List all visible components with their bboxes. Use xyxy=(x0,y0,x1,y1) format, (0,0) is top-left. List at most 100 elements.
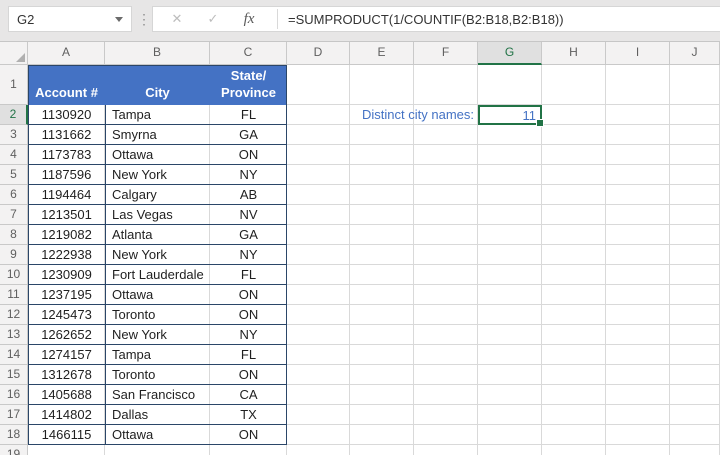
table-cell[interactable]: TX xyxy=(210,405,287,424)
table-cell[interactable]: 1219082 xyxy=(28,225,105,244)
cell-I10[interactable] xyxy=(606,265,670,285)
cell-I12[interactable] xyxy=(606,305,670,325)
table-cell[interactable]: Dallas xyxy=(105,405,210,424)
cell-E10[interactable] xyxy=(350,265,414,285)
row-header-16[interactable]: 16 xyxy=(0,385,28,405)
table-cell[interactable]: 1262652 xyxy=(28,325,105,344)
row-header-2[interactable]: 2 xyxy=(0,105,28,125)
cell-A19[interactable] xyxy=(28,445,105,455)
cell-E12[interactable] xyxy=(350,305,414,325)
cell-I9[interactable] xyxy=(606,245,670,265)
table-cell[interactable]: Fort Lauderdale xyxy=(105,265,210,284)
cell-J9[interactable] xyxy=(670,245,720,265)
table-cell[interactable]: 1222938 xyxy=(28,245,105,264)
cell-F17[interactable] xyxy=(414,405,478,425)
table-cell[interactable]: 1173783 xyxy=(28,145,105,164)
cell-H1[interactable] xyxy=(542,65,606,105)
table-cell[interactable]: Calgary xyxy=(105,185,210,204)
cell-D18[interactable] xyxy=(287,425,350,445)
cell-G7[interactable] xyxy=(478,205,542,225)
table-cell[interactable]: ON xyxy=(210,305,287,324)
cell-D15[interactable] xyxy=(287,365,350,385)
cell-E18[interactable] xyxy=(350,425,414,445)
select-all-button[interactable] xyxy=(0,42,28,65)
cell-G13[interactable] xyxy=(478,325,542,345)
row-header-13[interactable]: 13 xyxy=(0,325,28,345)
row-header-5[interactable]: 5 xyxy=(0,165,28,185)
cell-G4[interactable] xyxy=(478,145,542,165)
cancel-icon[interactable]: ✕ xyxy=(159,11,195,27)
table-cell[interactable]: 1405688 xyxy=(28,385,105,404)
cell-G14[interactable] xyxy=(478,345,542,365)
column-header-I[interactable]: I xyxy=(606,42,670,65)
name-box-dropdown-icon[interactable] xyxy=(115,16,123,22)
cell-J17[interactable] xyxy=(670,405,720,425)
cell-H4[interactable] xyxy=(542,145,606,165)
table-cell[interactable]: NY xyxy=(210,165,287,184)
distinct-city-names-label[interactable]: Distinct city names: xyxy=(350,105,478,125)
table-cell[interactable]: NY xyxy=(210,325,287,344)
cell-H3[interactable] xyxy=(542,125,606,145)
table-cell[interactable]: FL xyxy=(210,105,287,124)
cell-G15[interactable] xyxy=(478,365,542,385)
table-cell[interactable]: 1187596 xyxy=(28,165,105,184)
cell-E14[interactable] xyxy=(350,345,414,365)
cell-F11[interactable] xyxy=(414,285,478,305)
cell-F10[interactable] xyxy=(414,265,478,285)
cell-F5[interactable] xyxy=(414,165,478,185)
cell-I2[interactable] xyxy=(606,105,670,125)
table-cell[interactable]: ON xyxy=(210,145,287,164)
cell-I15[interactable] xyxy=(606,365,670,385)
cell-F4[interactable] xyxy=(414,145,478,165)
cell-F19[interactable] xyxy=(414,445,478,455)
cell-F14[interactable] xyxy=(414,345,478,365)
cell-J16[interactable] xyxy=(670,385,720,405)
cell-I8[interactable] xyxy=(606,225,670,245)
enter-icon[interactable]: ✓ xyxy=(195,11,231,27)
cell-H11[interactable] xyxy=(542,285,606,305)
cell-E19[interactable] xyxy=(350,445,414,455)
table-cell[interactable]: ON xyxy=(210,285,287,304)
row-header-6[interactable]: 6 xyxy=(0,185,28,205)
cell-H8[interactable] xyxy=(542,225,606,245)
cell-J18[interactable] xyxy=(670,425,720,445)
column-header-G[interactable]: G xyxy=(478,42,542,65)
table-cell[interactable]: 1312678 xyxy=(28,365,105,384)
formula-input[interactable]: =SUMPRODUCT(1/COUNTIF(B2:B18,B2:B18)) xyxy=(278,12,564,27)
column-header-B[interactable]: B xyxy=(105,42,210,65)
cell-H19[interactable] xyxy=(542,445,606,455)
cell-D14[interactable] xyxy=(287,345,350,365)
cell-E1[interactable] xyxy=(350,65,414,105)
row-header-12[interactable]: 12 xyxy=(0,305,28,325)
row-header-19[interactable]: 19 xyxy=(0,445,28,455)
table-cell[interactable]: ON xyxy=(210,425,287,444)
cell-D13[interactable] xyxy=(287,325,350,345)
cell-E17[interactable] xyxy=(350,405,414,425)
cell-J10[interactable] xyxy=(670,265,720,285)
cell-D9[interactable] xyxy=(287,245,350,265)
row-header-3[interactable]: 3 xyxy=(0,125,28,145)
cell-E6[interactable] xyxy=(350,185,414,205)
cell-I13[interactable] xyxy=(606,325,670,345)
cell-E3[interactable] xyxy=(350,125,414,145)
table-cell[interactable]: GA xyxy=(210,225,287,244)
cell-G1[interactable] xyxy=(478,65,542,105)
column-header-H[interactable]: H xyxy=(542,42,606,65)
cell-H12[interactable] xyxy=(542,305,606,325)
cell-D8[interactable] xyxy=(287,225,350,245)
cell-G9[interactable] xyxy=(478,245,542,265)
cell-H10[interactable] xyxy=(542,265,606,285)
cell-F1[interactable] xyxy=(414,65,478,105)
table-cell[interactable]: ON xyxy=(210,365,287,384)
cell-D11[interactable] xyxy=(287,285,350,305)
cell-E9[interactable] xyxy=(350,245,414,265)
table-cell[interactable]: Ottawa xyxy=(105,285,210,304)
table-cell[interactable]: Atlanta xyxy=(105,225,210,244)
cell-F13[interactable] xyxy=(414,325,478,345)
cell-F8[interactable] xyxy=(414,225,478,245)
row-header-4[interactable]: 4 xyxy=(0,145,28,165)
cell-G8[interactable] xyxy=(478,225,542,245)
row-header-8[interactable]: 8 xyxy=(0,225,28,245)
row-header-1[interactable]: 1 xyxy=(0,65,28,105)
table-cell[interactable]: 1131662 xyxy=(28,125,105,144)
